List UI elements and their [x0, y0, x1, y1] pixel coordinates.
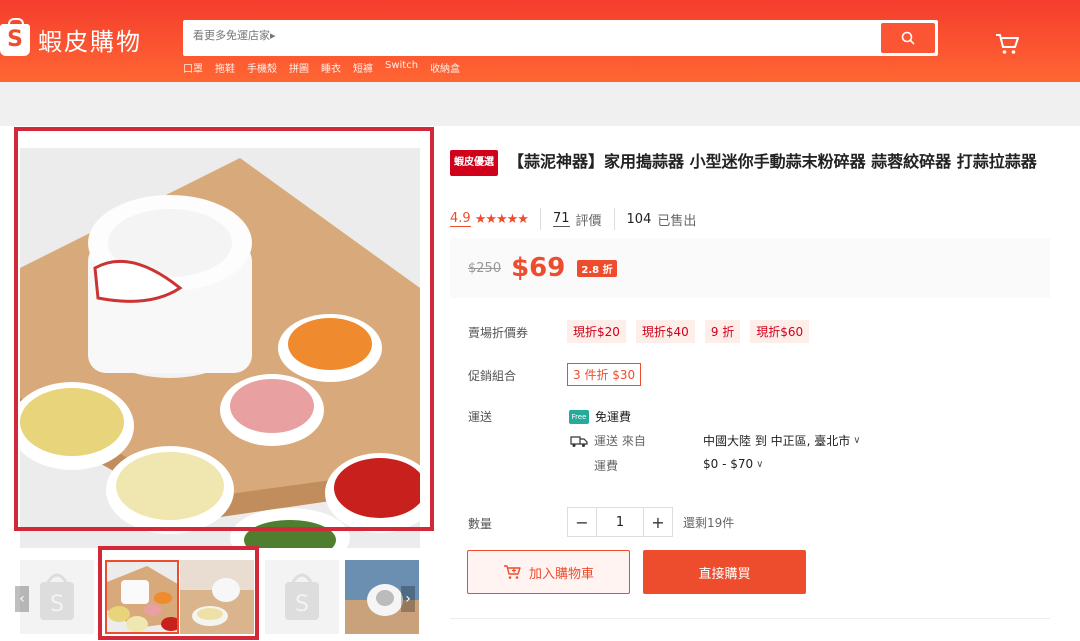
product-main-image[interactable] [20, 148, 420, 548]
thumbnail-next-button[interactable]: › [401, 586, 415, 612]
ship-from-row: 運送 來自 [570, 432, 646, 449]
hot-keyword[interactable]: 短褲 [353, 60, 373, 75]
product-stats: 4.9 ★★★★★ 71 評價 104 已售出 [450, 208, 696, 230]
hot-keyword[interactable]: 口罩 [183, 60, 203, 75]
ship-route[interactable]: 中國大陸 到 中正區, 臺北市 ∨ [703, 432, 861, 449]
free-shipping-row: Free 免運費 [569, 408, 631, 425]
voucher-label: 賣場折價券 [468, 326, 529, 340]
ship-fee-label-row: 運費 [594, 457, 618, 474]
voucher-tag[interactable]: 現折$40 [635, 320, 695, 343]
thumbnail-photo [180, 560, 254, 634]
current-price: $69 [511, 253, 566, 283]
ship-route-text: 中國大陸 到 中正區, 臺北市 [703, 434, 851, 448]
quantity-input[interactable]: 1 [597, 507, 643, 537]
rating-value[interactable]: 4.9 [450, 211, 471, 227]
voucher-tag[interactable]: 現折$60 [750, 320, 810, 343]
add-cart-icon [503, 565, 521, 579]
add-to-cart-button[interactable]: 加入購物車 [467, 550, 630, 594]
stock-remaining: 還剩19件 [683, 516, 735, 530]
thumbnail-photo [107, 562, 177, 632]
rating-stars-icon: ★★★★★ [474, 211, 529, 227]
chevron-down-icon: ∨ [756, 458, 764, 470]
price-box: $250 $69 2.8 折 [450, 238, 1050, 298]
shopee-placeholder-icon: S [265, 560, 339, 634]
stats-divider [613, 208, 615, 230]
voucher-list: 現折$20 現折$40 9 折 現折$60 [567, 320, 810, 343]
ship-from-label: 運送 來自 [594, 434, 646, 448]
section-divider [450, 618, 1050, 619]
header: S 蝦皮購物 口罩 拖鞋 手機殼 拼圖 睡衣 短褲 Switch 收納盒 [0, 0, 1080, 82]
hot-keyword[interactable]: 拼圖 [289, 60, 309, 75]
combo-label: 促銷組合 [468, 369, 517, 383]
search-icon [901, 31, 915, 45]
voucher-tag[interactable]: 9 折 [704, 320, 741, 343]
shipping-label: 運送 [468, 410, 493, 424]
ship-fee-range: $0 - $70 [703, 457, 754, 471]
add-to-cart-label: 加入購物車 [528, 566, 594, 582]
search-bar [183, 20, 938, 56]
search-input[interactable] [193, 29, 873, 42]
thumbnail-prev-button[interactable]: ‹ [15, 586, 29, 612]
buy-now-label: 直接購買 [698, 566, 751, 582]
hot-keyword[interactable]: Switch [385, 60, 418, 75]
quantity-increase-button[interactable]: + [643, 507, 673, 537]
svg-text:S: S [295, 592, 309, 617]
product-title-text: 【蒜泥神器】家用搗蒜器 小型迷你手動蒜末粉碎器 蒜蓉絞碎器 打蒜拉蒜器 [508, 152, 1037, 171]
reviews-count[interactable]: 71 [552, 211, 570, 227]
free-shipping-text: 免運費 [595, 410, 632, 424]
ship-fee-label: 運費 [594, 459, 619, 473]
quantity-decrease-button[interactable]: − [567, 507, 597, 537]
thumbnail-strip: S S ‹ › [10, 556, 430, 636]
product-title-block: 蝦皮優選 【蒜泥神器】家用搗蒜器 小型迷你手動蒜末粉碎器 蒜蓉絞碎器 打蒜拉蒜器 [450, 150, 1050, 176]
sold-label: 已售出 [657, 213, 697, 229]
ship-fee[interactable]: $0 - $70 ∨ [703, 457, 763, 471]
svg-text:S: S [50, 592, 64, 617]
thumbnail[interactable]: S [20, 560, 94, 634]
quantity-label: 數量 [468, 517, 493, 531]
shopee-placeholder-icon: S [20, 560, 94, 634]
thumbnail-selected[interactable] [105, 560, 179, 634]
buy-now-button[interactable]: 直接購買 [643, 550, 806, 594]
hot-keyword[interactable]: 收納盒 [430, 60, 460, 75]
product-title: 蝦皮優選 【蒜泥神器】家用搗蒜器 小型迷你手動蒜末粉碎器 蒜蓉絞碎器 打蒜拉蒜器 [450, 150, 1050, 176]
quantity-stepper: − 1 + [567, 507, 673, 537]
free-shipping-icon: Free [569, 409, 589, 424]
garlic-chopper-photo [20, 148, 420, 548]
hot-keyword[interactable]: 手機殼 [247, 60, 277, 75]
cart-icon[interactable] [994, 32, 1020, 56]
discount-badge: 2.8 折 [577, 259, 617, 277]
logo-text: 蝦皮購物 [38, 28, 142, 56]
hot-keywords: 口罩 拖鞋 手機殼 拼圖 睡衣 短褲 Switch 收納盒 [183, 60, 460, 75]
original-price: $250 [468, 260, 502, 276]
sold-count: 104 [626, 211, 652, 227]
chevron-down-icon: ∨ [853, 435, 861, 446]
combo-deal[interactable]: 3 件折 $30 [567, 363, 642, 386]
thumbnail[interactable]: S [265, 560, 339, 634]
shopee-bag-icon: S [0, 17, 30, 56]
shopee-logo[interactable]: S 蝦皮購物 [0, 17, 142, 57]
reviews-label: 評價 [575, 213, 602, 229]
thumbnail[interactable] [180, 560, 254, 634]
stats-divider [539, 208, 541, 230]
preferred-badge: 蝦皮優選 [450, 150, 498, 176]
hot-keyword[interactable]: 拖鞋 [215, 60, 235, 75]
search-button[interactable] [881, 23, 935, 53]
truck-icon [570, 435, 588, 447]
voucher-tag[interactable]: 現折$20 [567, 320, 626, 343]
hot-keyword[interactable]: 睡衣 [321, 60, 341, 75]
page-band [0, 82, 1080, 126]
